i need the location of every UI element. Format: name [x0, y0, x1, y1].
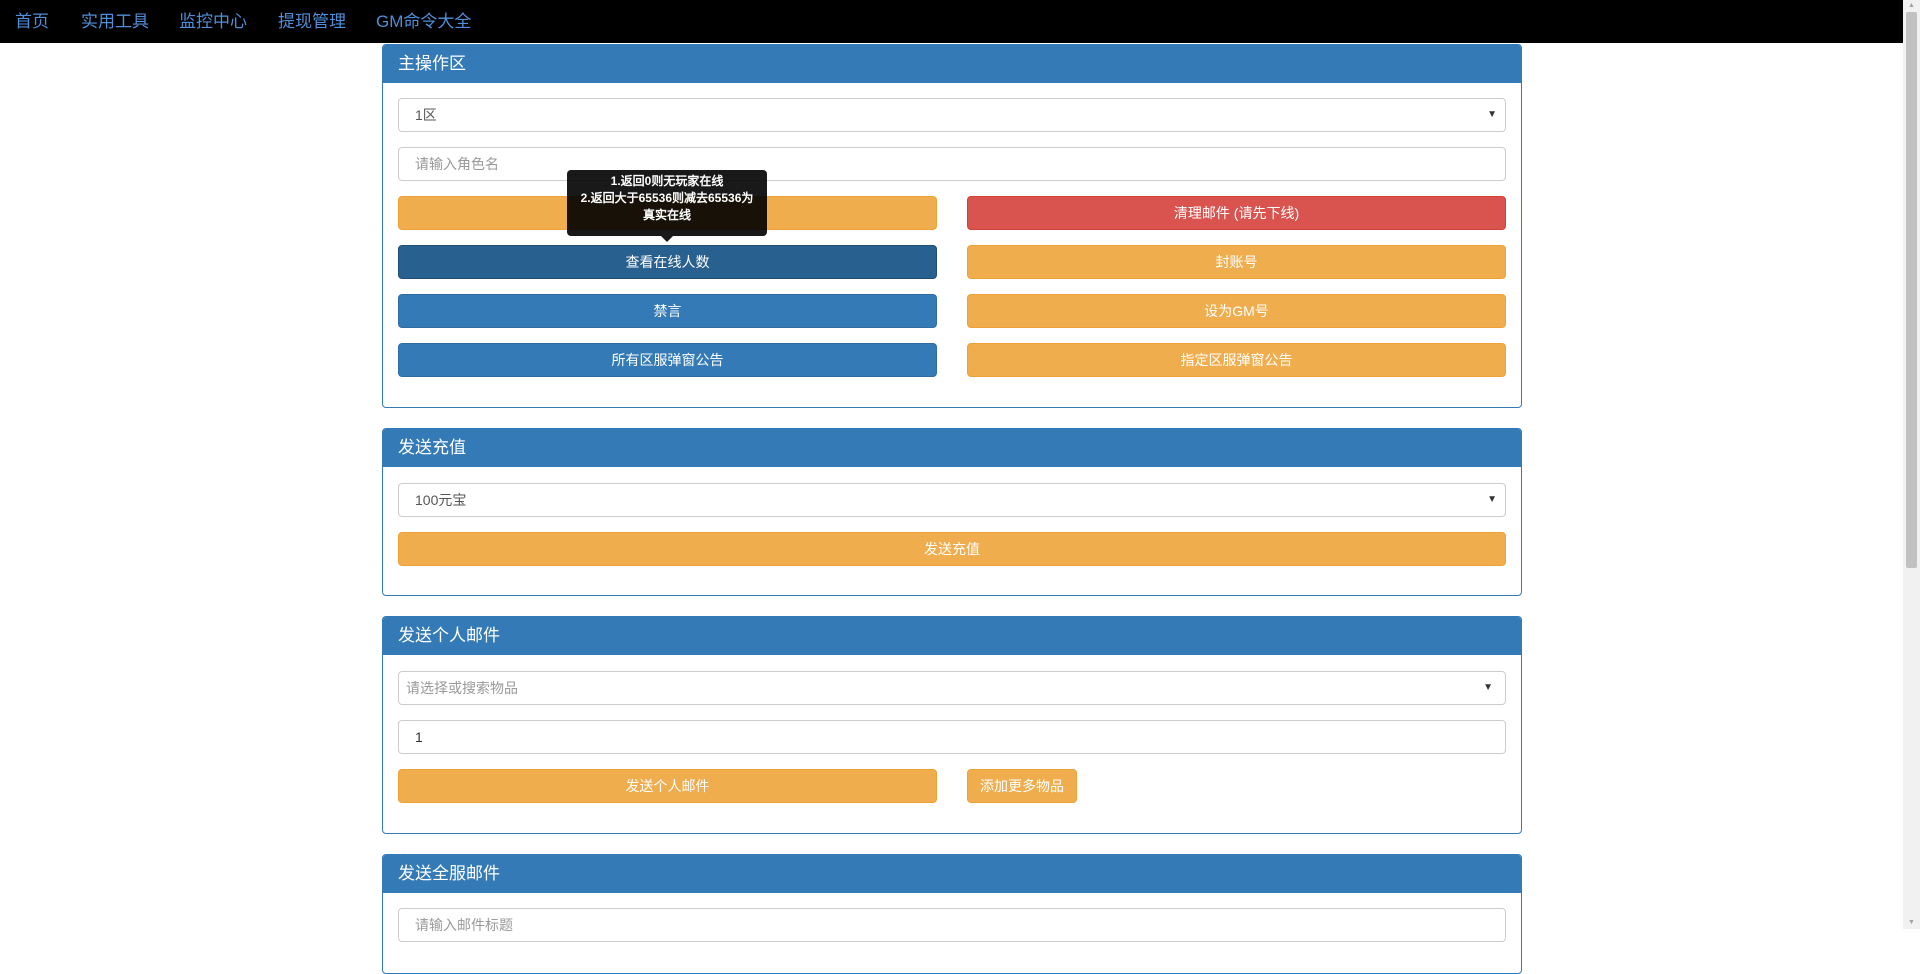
all-servers-popup-button[interactable]: 所有区服弹窗公告 [398, 343, 937, 377]
caret-down-icon: ▼ [1483, 682, 1493, 693]
online-count-tooltip: 1.返回0则无玩家在线 2.返回大于65536则减去65536为 真实在线 [567, 170, 767, 242]
send-personal-mail-button[interactable]: 发送个人邮件 [398, 769, 937, 803]
nav-item-monitor[interactable]: 监控中心 [179, 0, 247, 43]
scroll-down-arrow-icon[interactable]: ▼ [1903, 917, 1920, 929]
chevron-down-icon: ▼ [1487, 494, 1497, 505]
main-panel-title: 主操作区 [383, 45, 1521, 83]
server-mail-panel-title: 发送全服邮件 [383, 855, 1521, 893]
personal-mail-panel: 发送个人邮件 请选择或搜索物品 ▼ 1 发送个人邮件 添加更多物品 [382, 616, 1522, 834]
server-select[interactable]: 1区 ▼ [398, 98, 1506, 132]
nav-item-tools[interactable]: 实用工具 [81, 0, 149, 43]
clear-mail-button[interactable]: 清理邮件 (请先下线) [967, 196, 1506, 230]
item-quantity-input[interactable]: 1 [398, 720, 1506, 754]
tooltip-line-1: 1.返回0则无玩家在线 [610, 174, 724, 188]
scroll-up-arrow-icon[interactable]: ▲ [1903, 0, 1920, 12]
main-operation-panel: 主操作区 1区 ▼ 请输入角色名 清理邮件 (请先下线) 查看在线人数 封账号 … [382, 44, 1522, 408]
chevron-down-icon: ▼ [1487, 109, 1497, 120]
server-select-value: 1区 [415, 107, 437, 123]
tooltip-line-3: 真实在线 [642, 208, 691, 222]
add-more-items-button[interactable]: 添加更多物品 [967, 769, 1077, 803]
recharge-amount-select[interactable]: 100元宝 ▼ [398, 483, 1506, 517]
tooltip-arrow [661, 236, 673, 242]
mail-title-input[interactable]: 请输入邮件标题 [398, 908, 1506, 942]
item-search-placeholder: 请选择或搜索物品 [406, 680, 518, 696]
item-search-select[interactable]: 请选择或搜索物品 ▼ [398, 671, 1506, 705]
check-online-button[interactable]: 查看在线人数 [398, 245, 937, 279]
role-name-input[interactable]: 请输入角色名 [398, 147, 1506, 181]
top-navbar: 首页 实用工具 监控中心 提现管理 GM命令大全 [0, 0, 1920, 43]
personal-mail-panel-title: 发送个人邮件 [383, 617, 1521, 655]
set-gm-button[interactable]: 设为GM号 [967, 294, 1506, 328]
specific-server-popup-button[interactable]: 指定区服弹窗公告 [967, 343, 1506, 377]
server-mail-panel: 发送全服邮件 请输入邮件标题 [382, 854, 1522, 974]
recharge-panel: 发送充值 100元宝 ▼ 发送充值 [382, 428, 1522, 596]
scrollbar-thumb[interactable] [1906, 12, 1917, 568]
send-recharge-button[interactable]: 发送充值 [398, 532, 1506, 566]
tooltip-line-2: 2.返回大于65536则减去65536为 [580, 191, 754, 205]
mute-button[interactable]: 禁言 [398, 294, 937, 328]
recharge-amount-value: 100元宝 [415, 492, 467, 508]
ban-account-button[interactable]: 封账号 [967, 245, 1506, 279]
nav-item-withdrawal[interactable]: 提现管理 [278, 0, 346, 43]
nav-item-home[interactable]: 首页 [15, 0, 49, 43]
recharge-panel-title: 发送充值 [383, 429, 1521, 467]
nav-item-gm-commands[interactable]: GM命令大全 [376, 0, 471, 43]
page-scrollbar[interactable]: ▲ ▼ [1903, 0, 1920, 929]
